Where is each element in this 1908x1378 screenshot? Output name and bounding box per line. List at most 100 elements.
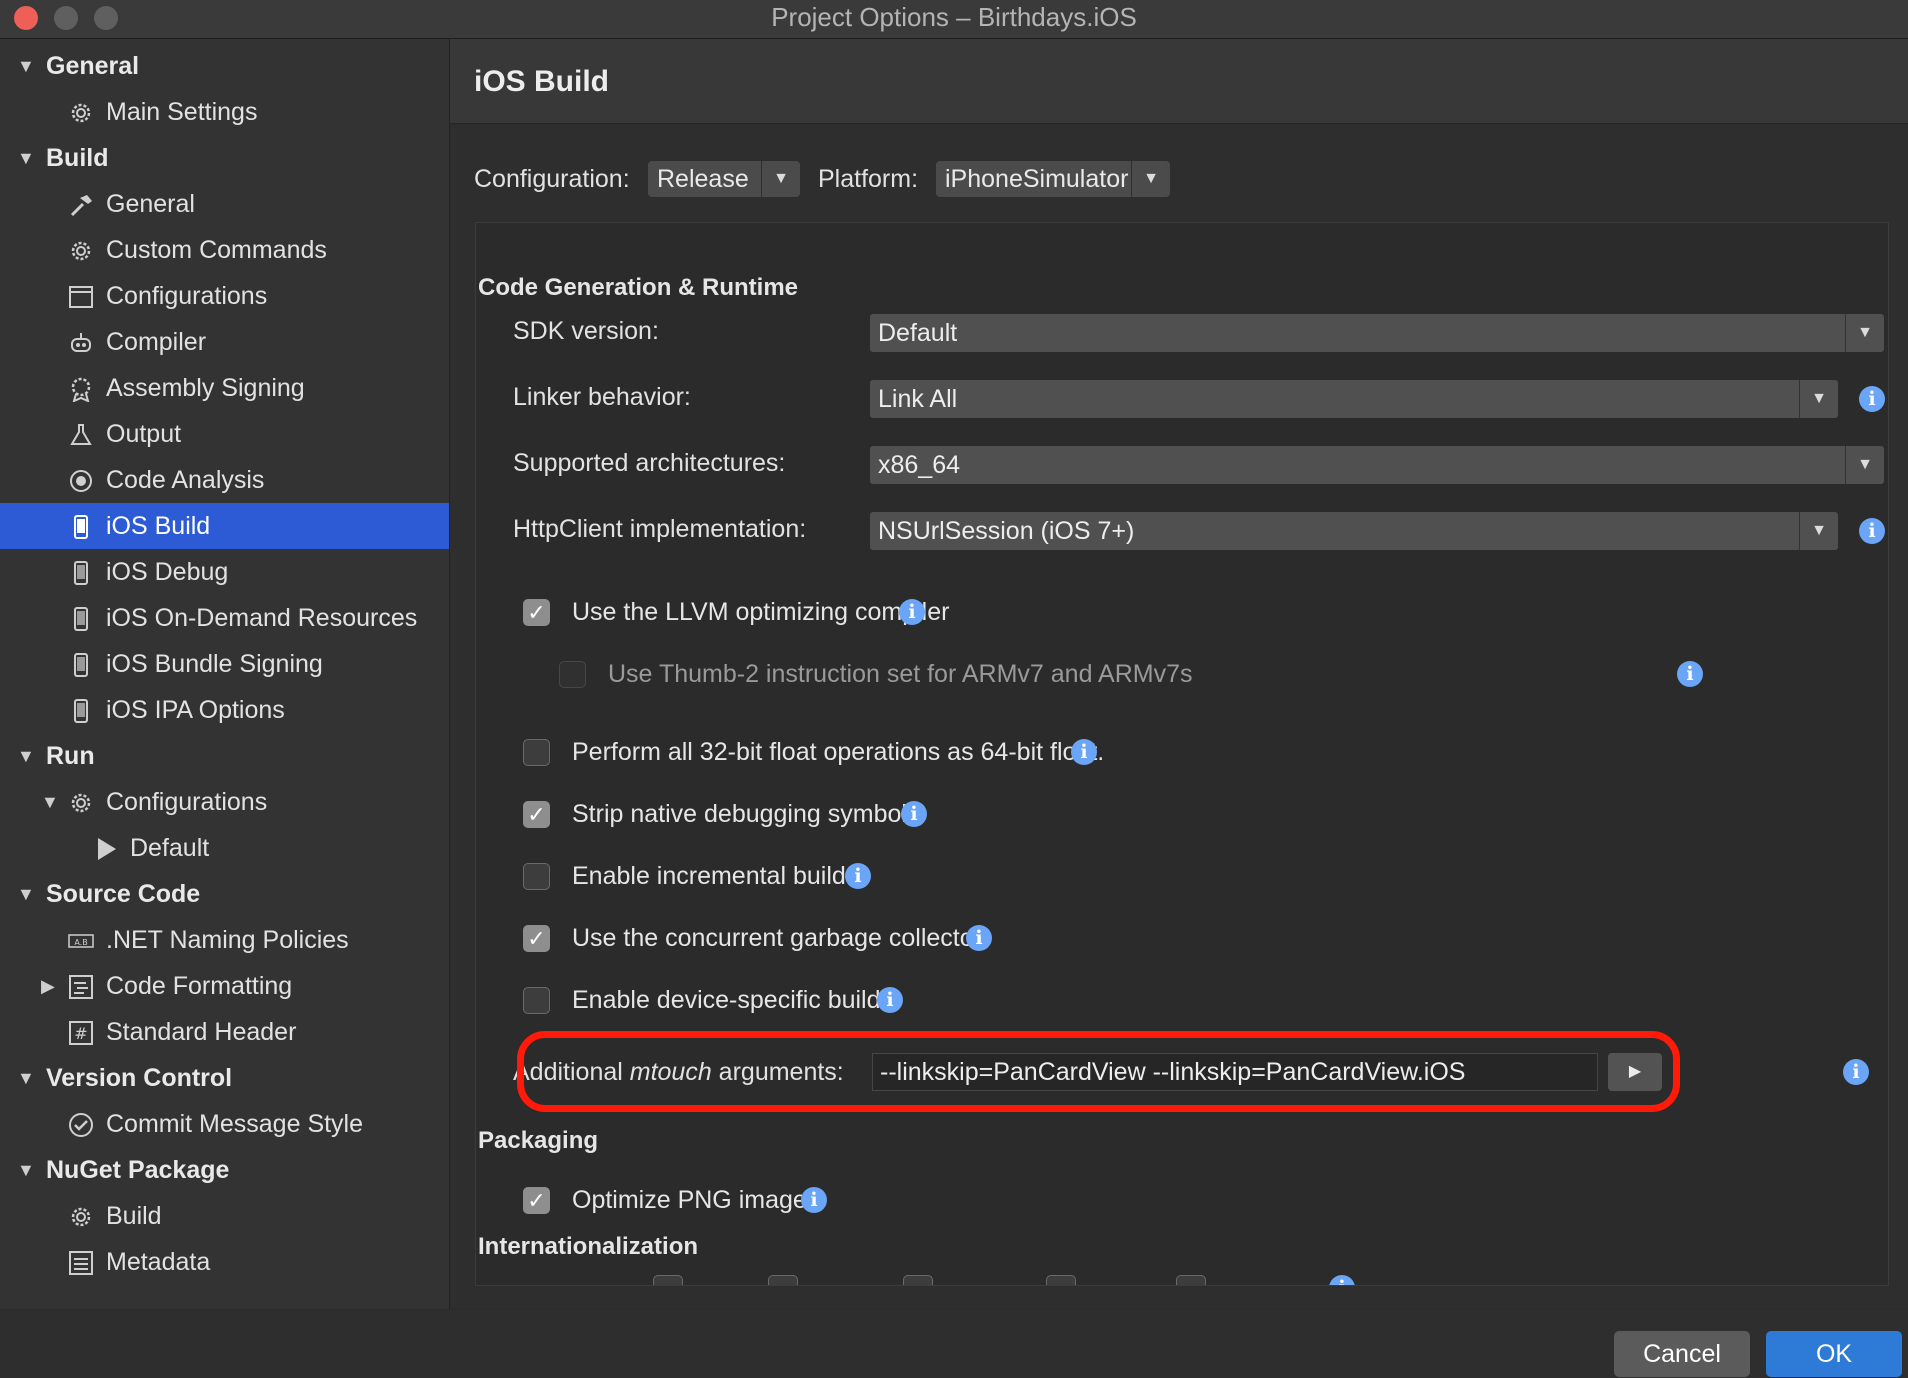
settings-panel[interactable]: Code Generation & Runtime SDK version: D… — [475, 222, 1889, 1286]
svg-text:#: # — [74, 1024, 87, 1043]
chevron-down-icon[interactable]: ▼ — [17, 733, 35, 779]
info-icon[interactable]: i — [877, 987, 903, 1013]
info-icon[interactable]: i — [1859, 386, 1885, 412]
ok-button[interactable]: OK — [1766, 1331, 1902, 1377]
i18n-checkbox-5[interactable] — [1176, 1275, 1206, 1285]
info-icon[interactable]: i — [1843, 1059, 1869, 1085]
cancel-button[interactable]: Cancel — [1614, 1331, 1750, 1377]
info-icon[interactable]: i — [1859, 518, 1885, 544]
linker-behavior-value: Link All — [878, 385, 958, 413]
main-panel: iOS Build Configuration: Release ▼ Platf… — [450, 39, 1908, 1309]
chevron-down-icon: ▼ — [1845, 314, 1884, 352]
svg-text:A.B: A.B — [74, 938, 87, 947]
sidebar-item-assembly-signing[interactable]: Assembly Signing — [0, 365, 449, 411]
info-icon[interactable]: i — [1071, 739, 1097, 765]
sidebar-item-label: iOS On-Demand Resources — [106, 604, 418, 632]
chevron-right-icon[interactable]: ▶ — [41, 963, 55, 1009]
sidebar-item-run-configurations[interactable]: ▼ Configurations — [0, 779, 449, 825]
section-title-i18n: Internationalization — [478, 1233, 699, 1260]
sidebar-item-commit-message-style[interactable]: Commit Message Style — [0, 1101, 449, 1147]
info-icon[interactable]: i — [845, 863, 871, 889]
sidebar-group-source-code[interactable]: ▼ Source Code — [0, 871, 449, 917]
i18n-checkbox-2[interactable] — [768, 1275, 798, 1285]
i18n-checkbox-4[interactable] — [1046, 1275, 1076, 1285]
sidebar-item-label: Configurations — [106, 282, 268, 310]
device-specific-label: Enable device-specific builds — [572, 986, 894, 1014]
sidebar-item-compiler[interactable]: Compiler — [0, 319, 449, 365]
info-icon[interactable]: i — [1677, 661, 1703, 687]
httpclient-select[interactable]: NSUrlSession (iOS 7+) ▼ — [870, 512, 1838, 550]
linker-behavior-select[interactable]: Link All ▼ — [870, 380, 1838, 418]
info-icon[interactable]: i — [899, 599, 925, 625]
optimize-png-label: Optimize PNG images — [572, 1186, 820, 1214]
sidebar-item-configurations[interactable]: Configurations — [0, 273, 449, 319]
llvm-checkbox[interactable]: ✓ — [523, 599, 550, 626]
concurrent-gc-checkbox[interactable]: ✓ — [523, 925, 550, 952]
thumb2-checkbox[interactable] — [559, 661, 586, 688]
sidebar-item-standard-header[interactable]: # Standard Header — [0, 1009, 449, 1055]
supported-architectures-label: Supported architectures: — [513, 449, 786, 477]
sidebar-item-ios-ipa-options[interactable]: iOS IPA Options — [0, 687, 449, 733]
chevron-down-icon[interactable]: ▼ — [17, 43, 35, 89]
sidebar-item-ios-build[interactable]: iOS Build — [0, 503, 449, 549]
hash-icon: # — [69, 1021, 93, 1045]
incremental-builds-checkbox[interactable] — [523, 863, 550, 890]
platform-select[interactable]: iPhoneSimulator ▼ — [936, 161, 1170, 197]
sdk-version-value: Default — [878, 319, 958, 347]
float64-checkbox[interactable] — [523, 739, 550, 766]
sidebar-item-label: Code Analysis — [106, 466, 265, 494]
info-icon[interactable]: i — [901, 801, 927, 827]
sidebar-item-label: iOS Bundle Signing — [106, 650, 323, 678]
sidebar-item-code-analysis[interactable]: Code Analysis — [0, 457, 449, 503]
float64-label: Perform all 32-bit float operations as 6… — [572, 738, 1105, 766]
title-bar: Project Options – Birthdays.iOS — [0, 0, 1908, 39]
sidebar-item-label: Configurations — [106, 788, 268, 816]
sidebar-item-ios-on-demand-resources[interactable]: iOS On-Demand Resources — [0, 595, 449, 641]
sidebar-item-label: Compiler — [106, 328, 207, 356]
configuration-label: Configuration: — [474, 165, 630, 193]
sidebar-item-net-naming-policies[interactable]: A.B .NET Naming Policies — [0, 917, 449, 963]
sidebar-group-build[interactable]: ▼ Build — [0, 135, 449, 181]
sidebar-item-metadata[interactable]: Metadata — [0, 1239, 449, 1285]
llvm-label: Use the LLVM optimizing compiler — [572, 598, 950, 626]
i18n-checkbox-1[interactable] — [653, 1275, 683, 1285]
sidebar-group-version-control[interactable]: ▼ Version Control — [0, 1055, 449, 1101]
supported-architectures-select[interactable]: x86_64 ▼ — [870, 446, 1884, 484]
info-icon[interactable]: i — [966, 925, 992, 951]
main-header: iOS Build — [450, 39, 1908, 124]
sidebar-item-label: General — [46, 52, 140, 80]
sidebar-item-code-formatting[interactable]: ▶ Code Formatting — [0, 963, 449, 1009]
sidebar-item-ios-bundle-signing[interactable]: iOS Bundle Signing — [0, 641, 449, 687]
info-icon[interactable]: i — [801, 1187, 827, 1213]
info-icon[interactable]: i — [1329, 1275, 1355, 1285]
i18n-checkbox-3[interactable] — [903, 1275, 933, 1285]
platform-label: Platform: — [818, 165, 919, 193]
sdk-version-select[interactable]: Default ▼ — [870, 314, 1884, 352]
sidebar-item-nuget-build[interactable]: Build — [0, 1193, 449, 1239]
sidebar-group-run[interactable]: ▼ Run — [0, 733, 449, 779]
sidebar-group-nuget-package[interactable]: ▼ NuGet Package — [0, 1147, 449, 1193]
gear-icon — [71, 793, 91, 813]
strip-symbols-checkbox[interactable]: ✓ — [523, 801, 550, 828]
chevron-down-icon[interactable]: ▼ — [17, 871, 35, 917]
sidebar-item-ios-debug[interactable]: iOS Debug — [0, 549, 449, 595]
sidebar-item-output[interactable]: Output — [0, 411, 449, 457]
sidebar-item-custom-commands[interactable]: Custom Commands — [0, 227, 449, 273]
chevron-down-icon[interactable]: ▼ — [17, 135, 35, 181]
device-specific-checkbox[interactable] — [523, 987, 550, 1014]
sidebar-item-label: .NET Naming Policies — [106, 926, 349, 954]
flask-icon — [70, 424, 92, 445]
optimize-png-checkbox[interactable]: ✓ — [523, 1187, 550, 1214]
gear-icon — [71, 1207, 91, 1227]
chevron-down-icon[interactable]: ▼ — [17, 1147, 35, 1193]
chevron-down-icon[interactable]: ▼ — [41, 779, 59, 825]
sidebar-item-build-general[interactable]: General — [0, 181, 449, 227]
sidebar-item-run-default[interactable]: Default — [0, 825, 449, 871]
thumb2-label: Use Thumb-2 instruction set for ARMv7 an… — [608, 660, 1193, 688]
sidebar-item-label: iOS IPA Options — [106, 696, 285, 724]
sidebar-item-label: Build — [46, 144, 109, 172]
configuration-select[interactable]: Release ▼ — [648, 161, 800, 197]
chevron-down-icon[interactable]: ▼ — [17, 1055, 35, 1101]
sidebar-group-general[interactable]: ▼ General — [0, 43, 449, 89]
sidebar-item-main-settings[interactable]: Main Settings — [0, 89, 449, 135]
